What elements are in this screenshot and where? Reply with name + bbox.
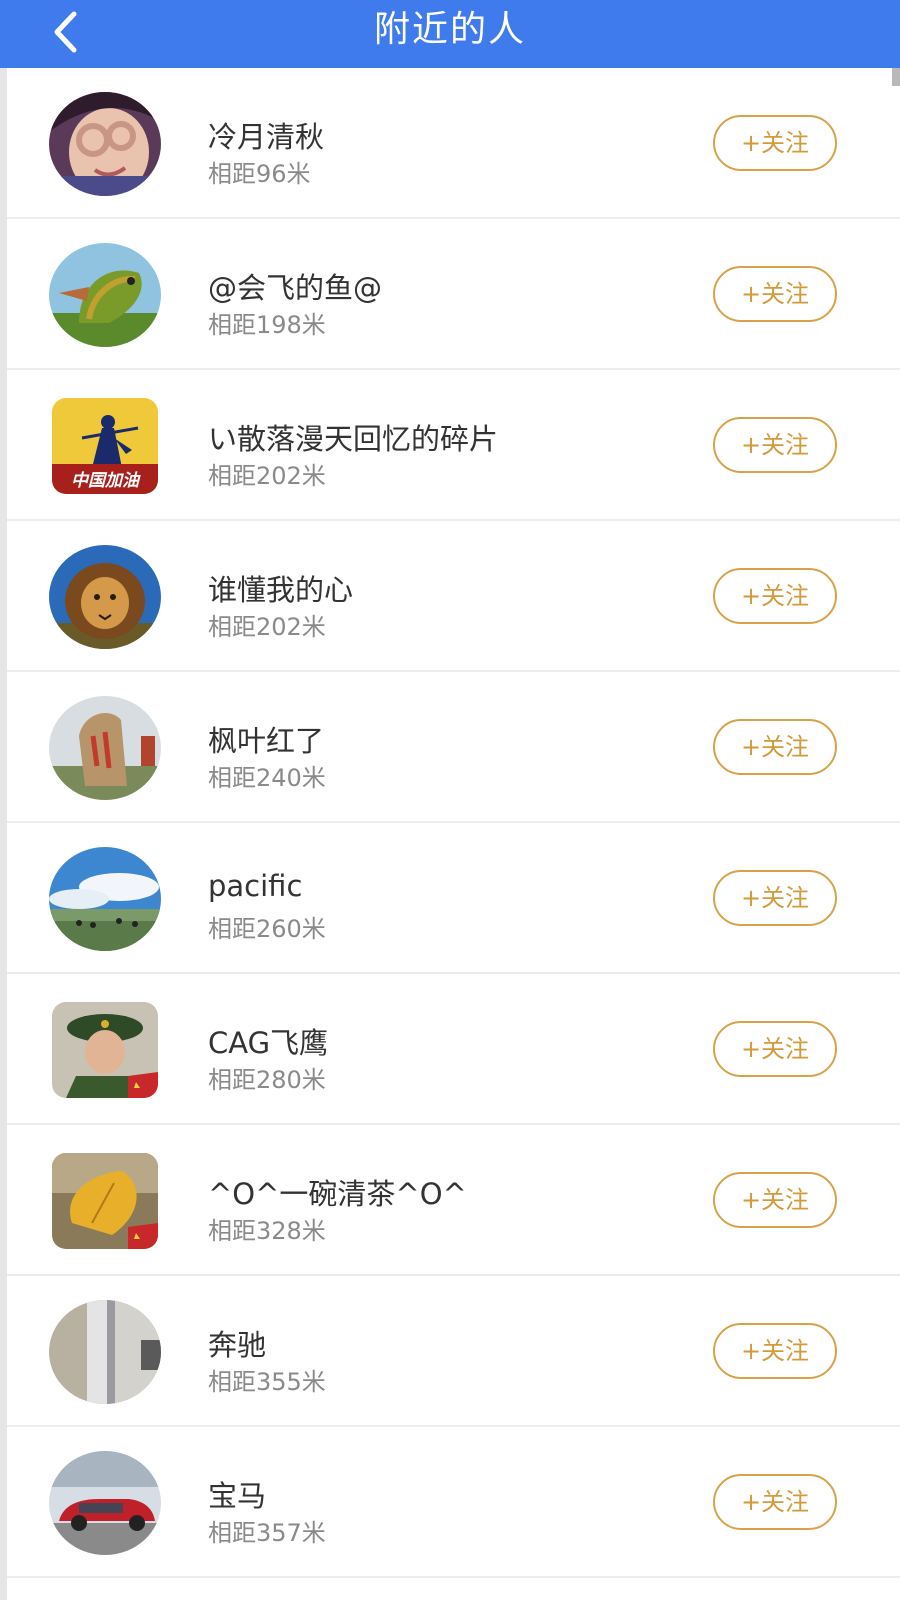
user-name[interactable]: 宝马 [208,1473,266,1515]
user-distance: 相距202米 [208,613,326,641]
user-name[interactable]: い散落漫天回忆的碎片 [208,416,498,458]
list-item[interactable]: 冷月清秋 相距96米 +关注 [7,68,900,219]
user-distance: 相距355米 [208,1368,326,1396]
user-name[interactable]: 奔驰 [208,1322,266,1364]
follow-button[interactable]: +关注 [713,266,837,322]
avatar[interactable] [49,92,161,196]
list-item[interactable]: @会飞的鱼@ 相距198米 +关注 [7,219,900,370]
follow-button[interactable]: +关注 [713,115,837,171]
avatar[interactable] [52,1002,158,1098]
list-item[interactable]: pacific 相距260米 +关注 [7,823,900,974]
user-distance: 相距240米 [208,764,326,792]
user-name[interactable]: ^O^一碗清茶^O^ [208,1171,467,1213]
user-distance: 相距328米 [208,1217,326,1245]
user-distance: 相距198米 [208,311,326,339]
avatar[interactable] [49,696,161,800]
list-item[interactable]: 宝马 相距357米 +关注 [7,1427,900,1578]
list-item[interactable]: ^O^一碗清茶^O^ 相距328米 +关注 [7,1125,900,1276]
user-distance: 相距96米 [208,160,311,188]
user-distance: 相距202米 [208,462,326,490]
user-distance: 相距357米 [208,1519,326,1547]
user-name[interactable]: CAG飞鹰 [208,1020,328,1062]
avatar[interactable] [49,1300,161,1404]
user-name[interactable]: 冷月清秋 [208,114,324,156]
left-edge-strip [0,68,7,1600]
follow-button[interactable]: +关注 [713,1323,837,1379]
avatar[interactable] [49,545,161,649]
avatar[interactable]: 中国加油 [52,398,158,494]
list-item[interactable]: 枫叶红了 相距240米 +关注 [7,672,900,823]
avatar[interactable] [49,1451,161,1555]
follow-button[interactable]: +关注 [713,568,837,624]
follow-button[interactable]: +关注 [713,1474,837,1530]
list-item[interactable]: 奔驰 相距355米 +关注 [7,1276,900,1427]
list-item[interactable]: 中国加油 い散落漫天回忆的碎片 相距202米 +关注 [7,370,900,521]
follow-button[interactable]: +关注 [713,1021,837,1077]
follow-button[interactable]: +关注 [713,417,837,473]
list-item[interactable]: 谁懂我的心 相距202米 +关注 [7,521,900,672]
follow-button[interactable]: +关注 [713,1172,837,1228]
user-name[interactable]: 谁懂我的心 [208,567,353,609]
back-button[interactable] [40,6,90,62]
avatar-caption: 中国加油 [71,471,141,491]
page-title: 附近的人 [373,9,526,50]
user-name[interactable]: @会飞的鱼@ [208,265,382,307]
follow-button[interactable]: +关注 [713,870,837,926]
avatar[interactable] [49,847,161,951]
nearby-people-list[interactable]: 冷月清秋 相距96米 +关注 @会飞的鱼@ 相距198米 +关注 中国加油 い散… [7,68,900,1578]
avatar[interactable] [52,1153,158,1249]
user-name[interactable]: 枫叶红了 [208,718,324,760]
scrollbar-thumb[interactable] [892,68,900,86]
chevron-left-icon [50,10,80,58]
user-distance: 相距260米 [208,915,326,943]
user-name[interactable]: pacific [208,869,302,903]
user-distance: 相距280米 [208,1066,326,1094]
follow-button[interactable]: +关注 [713,719,837,775]
top-app-bar: 附近的人 [0,0,900,68]
list-item[interactable]: CAG飞鹰 相距280米 +关注 [7,974,900,1125]
avatar[interactable] [49,243,161,347]
